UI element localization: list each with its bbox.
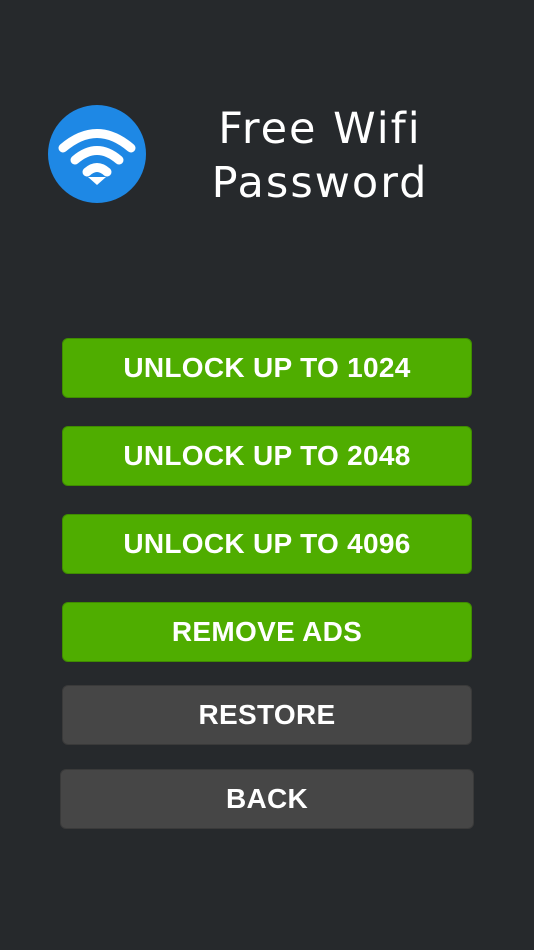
- app-title-line-1: Free Wifi: [218, 104, 422, 154]
- app-header: Free Wifi Password: [48, 102, 488, 212]
- back-button[interactable]: BACK: [60, 769, 474, 829]
- restore-button[interactable]: RESTORE: [62, 685, 472, 745]
- app-logo: [48, 105, 146, 203]
- unlock-1024-button[interactable]: UNLOCK UP TO 1024: [62, 338, 472, 398]
- store-screen: Free Wifi Password UNLOCK UP TO 1024 UNL…: [0, 0, 534, 950]
- wifi-icon: [58, 129, 136, 185]
- unlock-2048-button[interactable]: UNLOCK UP TO 2048: [62, 426, 472, 486]
- remove-ads-button[interactable]: REMOVE ADS: [62, 602, 472, 662]
- unlock-4096-button[interactable]: UNLOCK UP TO 4096: [62, 514, 472, 574]
- app-title-line-2: Password: [211, 158, 429, 208]
- app-title: Free Wifi Password: [160, 102, 480, 210]
